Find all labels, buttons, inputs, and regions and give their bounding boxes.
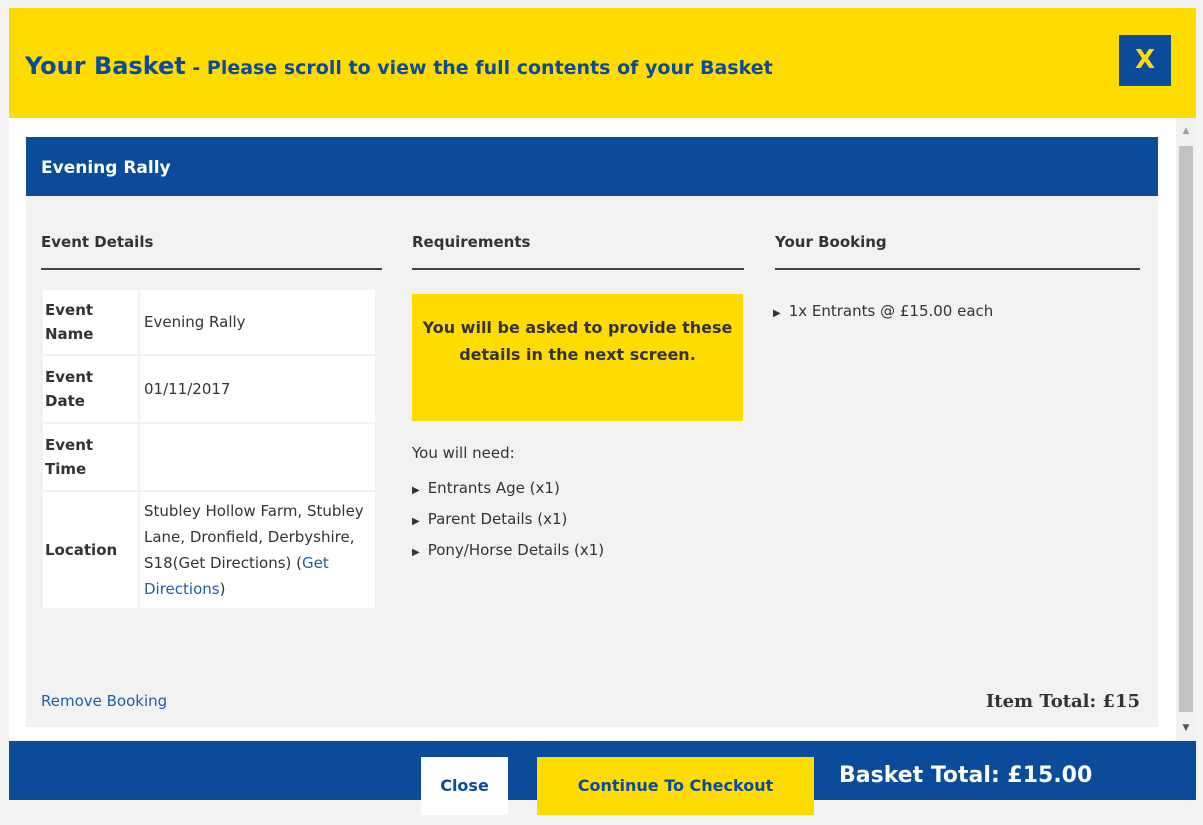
basket-total: Basket Total: £15.00: [839, 763, 1093, 788]
requirements-notice: You will be asked to provide these detai…: [412, 294, 743, 421]
booking-item: 1x Entrants @ £15.00 each: [788, 302, 994, 320]
you-will-need-label: You will need:: [412, 444, 515, 462]
list-item: ▶ 1x Entrants @ £15.00 each: [773, 297, 993, 328]
item-total: Item Total: £15: [985, 691, 1140, 712]
divider: [41, 268, 382, 270]
table-row: Event Name Evening Rally: [43, 290, 375, 354]
location-text: Stubley Hollow Farm, Stubley Lane, Dronf…: [144, 502, 364, 572]
scroll-up-arrow-icon[interactable]: ▲: [1176, 118, 1196, 144]
triangle-right-icon: ▶: [412, 547, 420, 558]
scroll-down-arrow-icon[interactable]: ▼: [1176, 715, 1196, 741]
basket-scroll-area[interactable]: Evening Rally Event Details Requirements…: [9, 118, 1196, 741]
event-date-label: Event Date: [43, 356, 138, 422]
requirement-item: Pony/Horse Details (x1): [427, 541, 605, 559]
basket-subtitle: - Please scroll to view the full content…: [185, 57, 773, 79]
requirements-list: ▶ Entrants Age (x1) ▶ Parent Details (x1) …: [412, 474, 604, 567]
scroll-thumb[interactable]: [1179, 146, 1193, 712]
event-name-value: Evening Rally: [140, 290, 375, 354]
event-details-heading: Event Details: [41, 233, 154, 251]
table-row: Location Stubley Hollow Farm, Stubley La…: [43, 492, 375, 608]
triangle-right-icon: ▶: [412, 485, 420, 496]
location-close-paren: ): [219, 580, 226, 598]
event-time-value: [140, 424, 375, 490]
close-button[interactable]: Close: [421, 757, 508, 815]
modal-footer: Close Continue To Checkout Basket Total:…: [9, 741, 1196, 815]
page-backdrop-right: [1196, 0, 1203, 825]
basket-modal: Your Basket - Please scroll to view the …: [9, 8, 1196, 815]
page-backdrop: [0, 0, 1203, 8]
triangle-right-icon: ▶: [412, 516, 420, 527]
event-details-table: Event Name Evening Rally Event Date 01/1…: [41, 288, 377, 610]
booking-list: ▶ 1x Entrants @ £15.00 each: [773, 297, 993, 328]
basket-title: Your Basket: [25, 52, 186, 80]
remove-booking-link[interactable]: Remove Booking: [41, 692, 167, 710]
table-row: Event Time: [43, 424, 375, 490]
modal-header: Your Basket - Please scroll to view the …: [9, 8, 1196, 118]
close-icon[interactable]: X: [1119, 35, 1171, 86]
your-booking-heading: Your Booking: [775, 233, 887, 251]
event-date-value: 01/11/2017: [140, 356, 375, 422]
event-time-label: Event Time: [43, 424, 138, 490]
scrollbar[interactable]: ▲ ▼: [1176, 118, 1196, 741]
divider: [775, 268, 1140, 270]
continue-to-checkout-button[interactable]: Continue To Checkout: [537, 757, 814, 815]
list-item: ▶ Entrants Age (x1): [412, 474, 604, 505]
triangle-right-icon: ▶: [773, 308, 781, 319]
page-backdrop-left: [0, 0, 9, 825]
event-card: Evening Rally Event Details Requirements…: [26, 137, 1158, 727]
table-row: Event Date 01/11/2017: [43, 356, 375, 422]
location-label: Location: [43, 492, 138, 608]
modal-title: Your Basket - Please scroll to view the …: [25, 52, 773, 80]
requirement-item: Entrants Age (x1): [427, 479, 560, 497]
list-item: ▶ Parent Details (x1): [412, 505, 604, 536]
event-title: Evening Rally: [41, 158, 171, 178]
location-value: Stubley Hollow Farm, Stubley Lane, Dronf…: [140, 492, 375, 608]
list-item: ▶ Pony/Horse Details (x1): [412, 536, 604, 567]
requirements-heading: Requirements: [412, 233, 531, 251]
event-name-label: Event Name: [43, 290, 138, 354]
requirement-item: Parent Details (x1): [427, 510, 568, 528]
divider: [412, 268, 744, 270]
event-header: Evening Rally: [26, 137, 1158, 196]
